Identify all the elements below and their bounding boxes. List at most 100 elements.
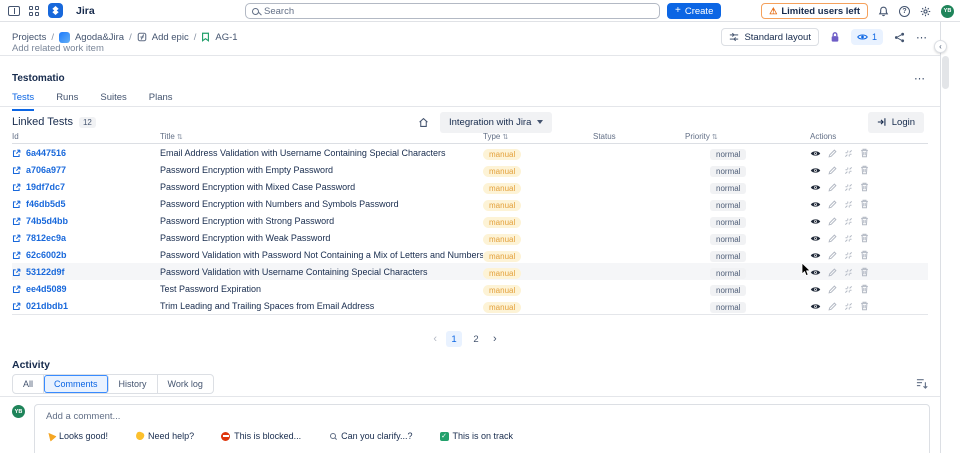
edit-pencil-icon[interactable] — [828, 165, 837, 175]
tab-history[interactable]: History — [109, 375, 158, 393]
view-eye-icon[interactable] — [810, 268, 821, 277]
test-id-link[interactable]: 19df7dc7 — [26, 182, 65, 192]
view-eye-icon[interactable] — [810, 251, 821, 260]
col-status[interactable]: Status — [593, 132, 685, 141]
more-actions-icon[interactable]: ⋯ — [916, 31, 928, 44]
tab-runs[interactable]: Runs — [56, 92, 78, 111]
unlink-icon[interactable] — [844, 251, 853, 260]
quick-reply-on-track[interactable]: ✓ This is on track — [439, 431, 513, 441]
collapse-panel-icon[interactable]: ‹ — [934, 40, 947, 53]
unlink-icon[interactable] — [844, 234, 853, 243]
external-link-icon[interactable] — [12, 285, 21, 294]
external-link-icon[interactable] — [12, 217, 21, 226]
breadcrumb-projects[interactable]: Projects — [12, 32, 46, 43]
view-eye-icon[interactable] — [810, 166, 821, 175]
view-eye-icon[interactable] — [810, 234, 821, 243]
bell-icon[interactable] — [878, 6, 889, 17]
app-switcher-icon[interactable] — [29, 5, 39, 16]
test-id-link[interactable]: 021dbdb1 — [26, 301, 68, 311]
lock-icon[interactable] — [830, 31, 840, 43]
breadcrumb-issue-key[interactable]: AG-1 — [215, 32, 237, 43]
edit-pencil-icon[interactable] — [828, 233, 837, 243]
scrollbar-thumb[interactable] — [942, 56, 949, 89]
col-title[interactable]: Title ⇅ — [160, 132, 483, 141]
view-eye-icon[interactable] — [810, 183, 821, 192]
breadcrumb-add-epic[interactable]: Add epic — [152, 32, 189, 43]
jira-logo[interactable] — [48, 3, 63, 18]
home-icon[interactable] — [418, 117, 429, 128]
breadcrumb-project[interactable]: Agoda&Jira — [75, 32, 124, 43]
delete-trash-icon[interactable] — [860, 148, 869, 158]
delete-trash-icon[interactable] — [860, 267, 869, 277]
delete-trash-icon[interactable] — [860, 284, 869, 294]
delete-trash-icon[interactable] — [860, 216, 869, 226]
external-link-icon[interactable] — [12, 234, 21, 243]
gear-icon[interactable] — [920, 6, 931, 17]
col-id[interactable]: Id — [12, 132, 160, 141]
view-eye-icon[interactable] — [810, 149, 821, 158]
pagination-page-2[interactable]: 2 — [468, 331, 484, 347]
sidebar-toggle-icon[interactable] — [8, 5, 20, 16]
test-id-link[interactable]: a706a977 — [26, 165, 66, 175]
unlink-icon[interactable] — [844, 149, 853, 158]
newest-first-sort-icon[interactable] — [916, 378, 928, 389]
test-id-link[interactable]: 7812ec9a — [26, 233, 66, 243]
unlink-icon[interactable] — [844, 268, 853, 277]
help-icon[interactable]: ? — [899, 5, 910, 17]
pagination-prev-icon[interactable]: ‹ — [430, 333, 440, 345]
edit-pencil-icon[interactable] — [828, 301, 837, 311]
view-eye-icon[interactable] — [810, 200, 821, 209]
col-type[interactable]: Type ⇅ — [483, 132, 593, 141]
edit-pencil-icon[interactable] — [828, 250, 837, 260]
edit-pencil-icon[interactable] — [828, 182, 837, 192]
user-avatar[interactable]: YB — [941, 4, 954, 18]
external-link-icon[interactable] — [12, 268, 21, 277]
delete-trash-icon[interactable] — [860, 182, 869, 192]
quick-reply-clarify[interactable]: Can you clarify...? — [328, 431, 413, 441]
watchers-button[interactable]: 1 — [850, 29, 883, 45]
edit-pencil-icon[interactable] — [828, 216, 837, 226]
unlink-icon[interactable] — [844, 183, 853, 192]
integration-dropdown[interactable]: Integration with Jira — [440, 111, 553, 133]
unlink-icon[interactable] — [844, 200, 853, 209]
edit-pencil-icon[interactable] — [828, 284, 837, 294]
test-id-link[interactable]: ee4d5089 — [26, 284, 67, 294]
quick-reply-looks-good[interactable]: Looks good! — [44, 430, 108, 442]
standard-layout-button[interactable]: Standard layout — [721, 28, 819, 46]
tab-plans[interactable]: Plans — [149, 92, 173, 111]
delete-trash-icon[interactable] — [860, 233, 869, 243]
view-eye-icon[interactable] — [810, 217, 821, 226]
external-link-icon[interactable] — [12, 200, 21, 209]
test-id-link[interactable]: 74b5d4bb — [26, 216, 68, 226]
test-id-link[interactable]: 6a447516 — [26, 148, 66, 158]
tab-suites[interactable]: Suites — [100, 92, 126, 111]
edit-pencil-icon[interactable] — [828, 199, 837, 209]
tab-work-log[interactable]: Work log — [158, 375, 213, 393]
share-icon[interactable] — [894, 32, 905, 43]
test-id-link[interactable]: 53122d9f — [26, 267, 65, 277]
unlink-icon[interactable] — [844, 166, 853, 175]
pagination-page-1[interactable]: 1 — [446, 331, 462, 347]
external-link-icon[interactable] — [12, 166, 21, 175]
delete-trash-icon[interactable] — [860, 199, 869, 209]
test-id-link[interactable]: 62c6002b — [26, 250, 67, 260]
external-link-icon[interactable] — [12, 302, 21, 311]
col-priority[interactable]: Priority ⇅ — [685, 132, 810, 141]
unlink-icon[interactable] — [844, 217, 853, 226]
delete-trash-icon[interactable] — [860, 250, 869, 260]
external-link-icon[interactable] — [12, 251, 21, 260]
edit-pencil-icon[interactable] — [828, 267, 837, 277]
testomatio-more-icon[interactable]: ⋯ — [914, 72, 926, 85]
limited-users-button[interactable]: ⚠ Limited users left — [761, 3, 868, 19]
view-eye-icon[interactable] — [810, 285, 821, 294]
delete-trash-icon[interactable] — [860, 301, 869, 311]
search-input[interactable]: Search — [245, 3, 660, 19]
edit-pencil-icon[interactable] — [828, 148, 837, 158]
external-link-icon[interactable] — [12, 183, 21, 192]
view-eye-icon[interactable] — [810, 302, 821, 311]
comment-input[interactable]: Add a comment... Looks good! Need help? … — [34, 404, 930, 453]
unlink-icon[interactable] — [844, 285, 853, 294]
delete-trash-icon[interactable] — [860, 165, 869, 175]
pagination-next-icon[interactable]: › — [490, 333, 500, 345]
tab-tests[interactable]: Tests — [12, 92, 35, 111]
